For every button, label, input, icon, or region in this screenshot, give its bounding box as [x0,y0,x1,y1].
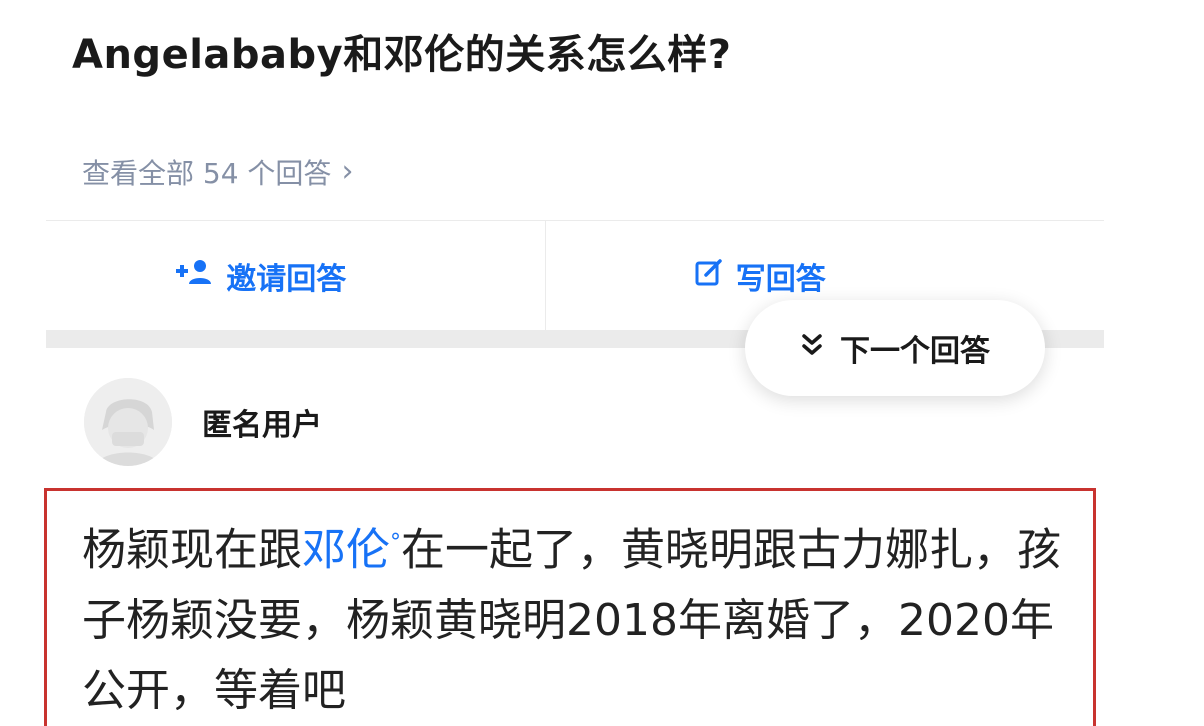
next-answer-label: 下一个回答 [840,334,990,369]
invite-answer-label: 邀请回答 [226,262,347,297]
invite-answer-button[interactable]: 邀请回答 [46,221,546,331]
zhihu-question-page: Angelababy和邓伦的关系怎么样? 查看全部 54 个回答 › 邀请回答 [0,0,1204,726]
next-answer-button[interactable]: 下一个回答 [745,300,1045,396]
view-all-answers-link[interactable]: 查看全部 54 个回答 › [82,152,353,192]
link-marker-icon: ° [390,530,401,555]
question-title[interactable]: Angelababy和邓伦的关系怎么样? [72,22,731,80]
author-name: 匿名用户 [202,408,322,443]
avatar[interactable] [84,378,172,466]
answer-content: 杨颖现在跟邓伦°在一起了，黄晓明跟古力娜扎，孩子杨颖没要，杨颖黄晓明2018年离… [82,508,1072,726]
person-link[interactable]: 邓伦 [302,525,390,576]
answer-text-start: 杨颖现在跟 [82,524,302,576]
write-answer-label: 写回答 [735,262,826,297]
edit-icon [694,257,724,295]
view-all-answers-label: 查看全部 54 个回答 [82,157,332,190]
chevron-right-icon: › [341,154,354,189]
add-user-icon [174,258,214,294]
double-chevron-down-icon [800,331,824,366]
answer-author[interactable]: 匿名用户 [84,378,322,466]
